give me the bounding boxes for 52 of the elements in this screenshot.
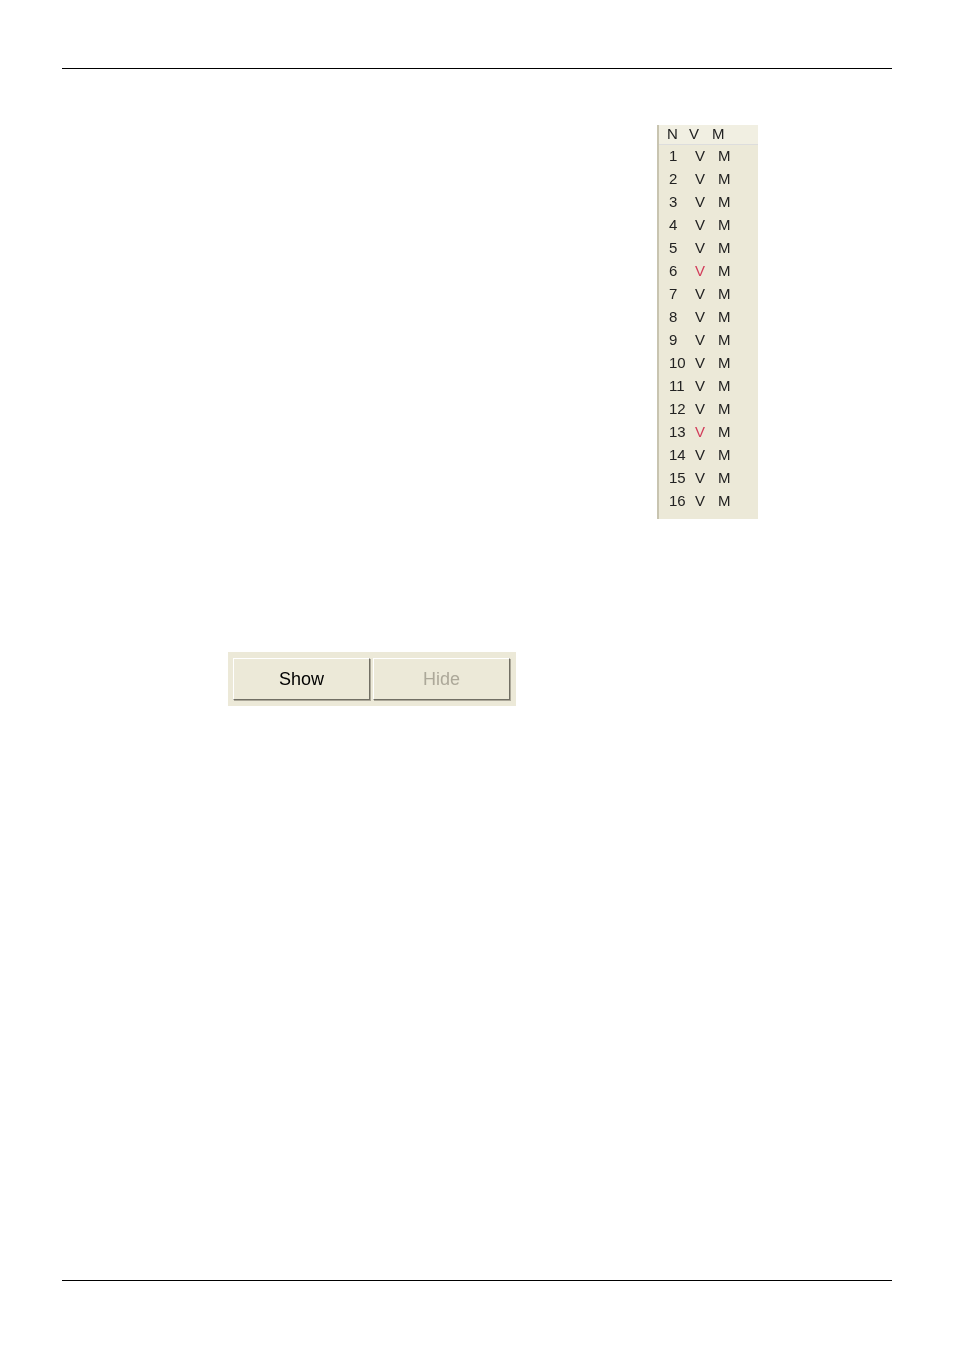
m-flag[interactable]: M [718, 490, 731, 513]
m-flag[interactable]: M [718, 329, 731, 352]
v-flag[interactable]: V [695, 352, 718, 375]
row-number: 13 [669, 422, 687, 443]
m-flag[interactable]: M [718, 260, 731, 283]
v-flag[interactable]: V [695, 168, 718, 191]
row-number: 10 [669, 353, 687, 374]
row-number: 4 [669, 215, 679, 236]
m-flag[interactable]: M [718, 444, 731, 467]
row-number: 11 [669, 376, 686, 397]
m-flag[interactable]: M [718, 237, 731, 260]
column-header: N [667, 124, 679, 145]
m-flag[interactable]: M [718, 421, 731, 444]
v-flag[interactable]: V [695, 191, 718, 214]
row-number: 1 [669, 146, 679, 167]
v-flag[interactable]: V [695, 398, 718, 421]
m-flag[interactable]: M [718, 168, 731, 191]
m-flag[interactable]: M [718, 467, 731, 490]
v-flag[interactable]: V [695, 214, 718, 237]
row-number: 16 [669, 491, 687, 512]
v-flag[interactable]: V [695, 145, 718, 168]
column-header: M [712, 124, 726, 145]
v-flag[interactable]: V [695, 260, 718, 283]
row-number: 12 [669, 399, 687, 420]
row-number: 3 [669, 192, 679, 213]
v-flag[interactable]: V [695, 329, 718, 352]
v-flag[interactable]: V [695, 283, 718, 306]
v-flag[interactable]: V [695, 490, 718, 513]
row-number: 14 [669, 445, 687, 466]
m-flag[interactable]: M [718, 283, 731, 306]
v-flag[interactable]: V [695, 306, 718, 329]
row-number: 9 [669, 330, 679, 351]
row-number: 7 [669, 284, 679, 305]
v-flag[interactable]: V [695, 375, 718, 398]
m-flag[interactable]: M [718, 214, 731, 237]
m-flag[interactable]: M [718, 145, 731, 168]
v-flag[interactable]: V [695, 444, 718, 467]
v-flag[interactable]: V [695, 237, 718, 260]
row-number: 2 [669, 169, 679, 190]
m-flag[interactable]: M [718, 375, 731, 398]
row-number: 6 [669, 261, 679, 282]
row-number: 8 [669, 307, 679, 328]
v-flag[interactable]: V [695, 421, 718, 444]
m-flag[interactable]: M [718, 352, 731, 375]
v-flag[interactable]: V [695, 467, 718, 490]
m-flag[interactable]: M [718, 398, 731, 421]
row-number: 5 [669, 238, 679, 259]
m-flag[interactable]: M [718, 191, 731, 214]
row-number: 15 [669, 468, 687, 489]
m-flag[interactable]: M [718, 306, 731, 329]
show-button[interactable]: Show [233, 658, 370, 700]
column-header: V [689, 124, 700, 145]
